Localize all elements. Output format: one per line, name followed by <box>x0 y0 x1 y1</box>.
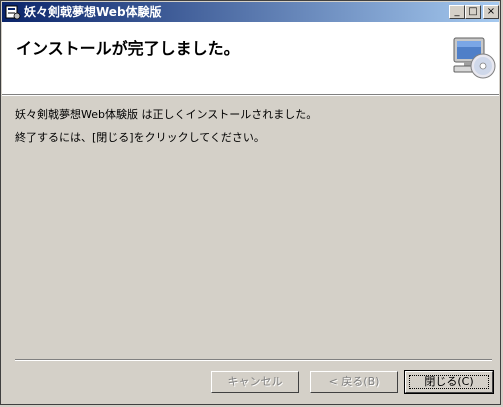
header-banner: インストールが完了しました。 <box>2 22 499 94</box>
window-title: 妖々剣戟夢想Web体験版 <box>24 5 162 19</box>
maximize-button[interactable]: □ <box>465 5 481 19</box>
computer-cd-icon <box>453 37 496 79</box>
minimize-button[interactable]: _ <box>449 5 465 19</box>
page-title: インストールが完了しました。 <box>16 39 240 58</box>
close-instruction-message: 終了するには、[閉じる]をクリックしてください。 <box>15 131 265 144</box>
install-success-message: 妖々剣戟夢想Web体験版 は正しくインストールされました。 <box>15 108 318 121</box>
title-bar[interactable]: 妖々剣戟夢想Web体験版 _ □ × <box>2 2 499 22</box>
close-button[interactable]: 閉じる(C) <box>404 370 494 394</box>
focus-rect <box>409 375 489 389</box>
header-divider-highlight <box>2 95 499 96</box>
footer-divider-highlight <box>15 360 492 361</box>
installer-icon <box>5 5 21 20</box>
close-window-button[interactable]: × <box>483 5 499 19</box>
installer-window: 妖々剣戟夢想Web体験版 _ □ × インストールが完了しました。 妖々剣戟夢想… <box>0 0 501 405</box>
back-button[interactable]: < 戻る(B) <box>310 371 398 393</box>
cancel-button[interactable]: キャンセル <box>211 371 299 393</box>
